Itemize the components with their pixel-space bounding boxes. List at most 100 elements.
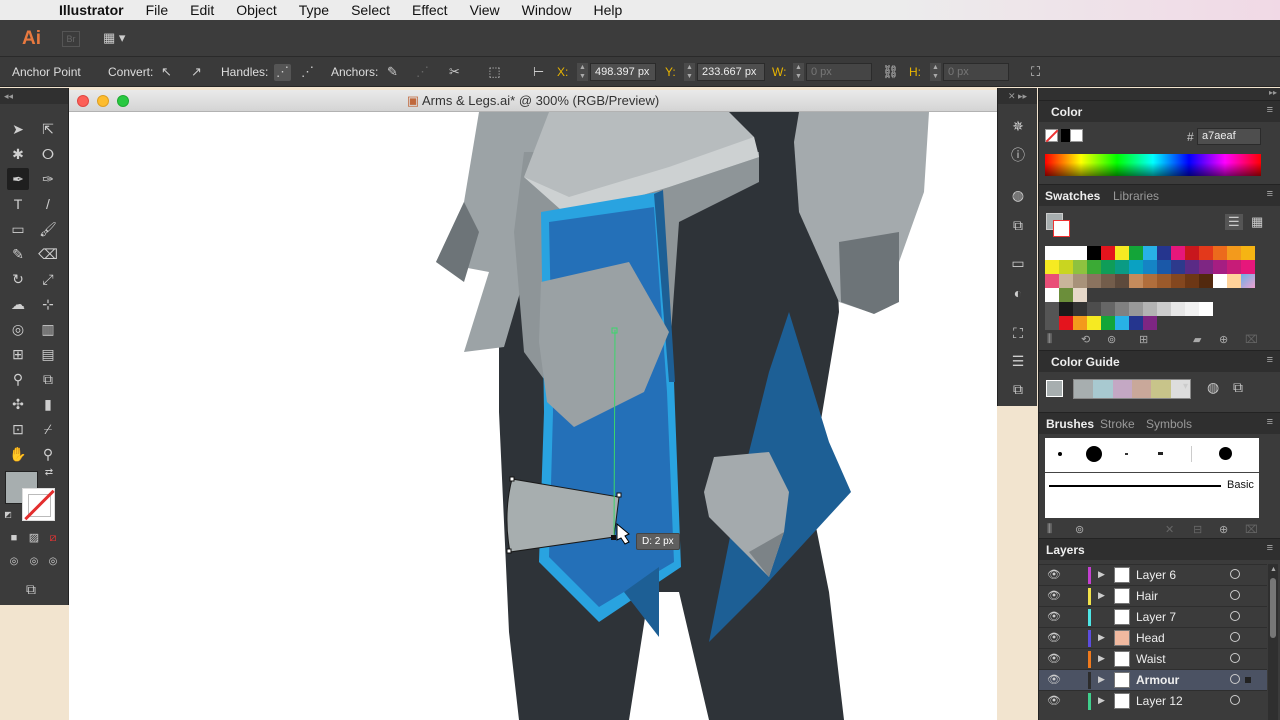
column-graph-tool-icon[interactable]: ▮ — [37, 393, 59, 415]
swatch-r3-11[interactable] — [1185, 274, 1199, 288]
swatch-magenta[interactable] — [1171, 246, 1185, 260]
new-swatch-icon[interactable]: ⊕ — [1219, 333, 1228, 346]
swatch-options-icon[interactable]: ⊞ — [1139, 333, 1148, 346]
transform-panel-icon[interactable]: ⛶ — [1008, 323, 1028, 343]
artboard-canvas[interactable]: D: 2 px — [69, 112, 997, 720]
menu-window[interactable]: Window — [511, 2, 583, 18]
color-spectrum-bar[interactable] — [1045, 154, 1261, 176]
add-to-library-icon[interactable]: ⟲ — [1081, 333, 1090, 346]
draw-behind-icon[interactable]: ◎ — [26, 554, 42, 570]
visibility-eye-icon[interactable]: 👁 — [1047, 631, 1061, 644]
swatch-r4-8[interactable] — [1143, 288, 1157, 302]
swatch-bright-orange[interactable] — [1073, 316, 1087, 330]
zoom-tool-icon[interactable]: ⚲ — [37, 443, 59, 465]
menu-object[interactable]: Object — [225, 2, 287, 18]
isolate-selection-icon[interactable]: ⬚ — [486, 64, 503, 81]
swatch-r4-7[interactable] — [1129, 288, 1143, 302]
harmony-color-5[interactable] — [1151, 380, 1171, 398]
swatch-yellow-orange[interactable] — [1241, 246, 1255, 260]
harmony-rules-strip[interactable] — [1073, 379, 1191, 399]
swatch-folder-bright[interactable] — [1045, 316, 1059, 330]
selection-tool-icon[interactable]: ➤ — [7, 118, 29, 140]
edit-colors-icon[interactable]: ◍ — [1207, 379, 1219, 396]
rotate-tool-icon[interactable]: ↻ — [7, 268, 29, 290]
workspace-switcher-icon[interactable]: ▦ ▾ — [103, 30, 131, 48]
swatch-r2-5[interactable] — [1101, 260, 1115, 274]
remove-brush-stroke-icon[interactable]: ✕ — [1165, 523, 1174, 536]
swatch-folder-gray[interactable] — [1045, 302, 1059, 316]
pathfinder-panel-icon[interactable]: ⧉ — [1008, 379, 1028, 399]
brush-small-dash[interactable] — [1125, 453, 1128, 455]
tab-libraries[interactable]: Libraries — [1113, 189, 1159, 203]
swatch-red-2[interactable] — [1185, 246, 1199, 260]
swatch-r2-8[interactable] — [1143, 260, 1157, 274]
swatch-r2-11[interactable] — [1185, 260, 1199, 274]
expand-triangle-icon[interactable]: ▶ — [1098, 632, 1105, 643]
transparency-panel-icon[interactable]: ◐ — [1008, 283, 1028, 303]
swatch-r3-10[interactable] — [1171, 274, 1185, 288]
layer-row[interactable]: 👁 ▶ Hair — [1039, 585, 1267, 606]
symbols-panel-icon[interactable]: ⧉ — [1008, 215, 1028, 235]
draw-inside-icon[interactable]: ◎ — [45, 554, 61, 570]
swatch-r4-6[interactable] — [1115, 288, 1129, 302]
layer-target-icon[interactable] — [1230, 695, 1240, 705]
brush-libraries-menu-icon[interactable]: ⫼ — [1047, 523, 1052, 536]
swatch-r3-9[interactable] — [1157, 274, 1171, 288]
swatch-r3-8[interactable] — [1143, 274, 1157, 288]
pen-tool-icon[interactable]: ✒ — [7, 168, 29, 190]
layer-target-icon[interactable] — [1230, 632, 1240, 642]
color-panel-title[interactable]: Color — [1051, 105, 1082, 119]
screen-mode-icon[interactable]: ⧉ — [20, 578, 42, 600]
brush-1pt-round[interactable] — [1058, 452, 1062, 456]
visibility-eye-icon[interactable]: 👁 — [1047, 610, 1061, 623]
panels-collapse[interactable]: ▸▸ — [1039, 88, 1280, 100]
mesh-tool-icon[interactable]: ⊞ — [7, 343, 29, 365]
transform-icon[interactable]: ⛶ — [1027, 64, 1044, 81]
eyedropper-tool-icon[interactable]: ⚲ — [7, 368, 29, 390]
anchor-point[interactable] — [616, 492, 622, 498]
swatch-gray-3[interactable] — [1087, 302, 1101, 316]
tab-swatches[interactable]: Swatches — [1045, 189, 1100, 203]
expand-triangle-icon[interactable]: ▶ — [1098, 695, 1105, 706]
swatch-r3-5[interactable] — [1101, 274, 1115, 288]
layer-name[interactable]: Layer 12 — [1136, 694, 1183, 708]
menu-edit[interactable]: Edit — [179, 2, 225, 18]
swatch-r4-9[interactable] — [1157, 288, 1171, 302]
swatch-r3-7[interactable] — [1129, 274, 1143, 288]
delete-brush-icon[interactable]: ⌧ — [1245, 523, 1258, 536]
swatch-green[interactable] — [1129, 246, 1143, 260]
zoom-window-button[interactable] — [117, 95, 129, 107]
swatch-r3-6[interactable] — [1115, 274, 1129, 288]
color-panel-menu-icon[interactable]: ≡ — [1267, 104, 1273, 116]
tab-stroke[interactable]: Stroke — [1100, 417, 1135, 431]
layer-row-selected[interactable]: 👁 ▶ Armour — [1039, 669, 1267, 690]
swatch-r2-6[interactable] — [1115, 260, 1129, 274]
symbol-sprayer-tool-icon[interactable]: ✣ — [7, 393, 29, 415]
pencil-tool-icon[interactable]: ✎ — [7, 243, 29, 265]
swatch-r3-3[interactable] — [1073, 274, 1087, 288]
convert-to-smooth-icon[interactable]: ↗ — [188, 64, 205, 81]
swatch-r4-2[interactable] — [1059, 288, 1073, 302]
dock-collapse[interactable]: ✕ ▸▸ — [998, 88, 1037, 104]
none-color-icon[interactable] — [1045, 129, 1059, 143]
brushes-panel-menu-icon[interactable]: ≡ — [1267, 416, 1273, 428]
gradient-tool-icon[interactable]: ▤ — [37, 343, 59, 365]
swatch-r4-4[interactable] — [1087, 288, 1101, 302]
default-fill-stroke-icon[interactable]: ◩ — [1, 508, 15, 522]
align-icon[interactable]: ⊢ — [530, 64, 547, 81]
basic-brush-stroke[interactable] — [1049, 485, 1221, 487]
swatch-gray-5[interactable] — [1115, 302, 1129, 316]
layer-target-icon[interactable] — [1230, 653, 1240, 663]
layer-target-icon[interactable] — [1230, 590, 1240, 600]
visibility-eye-icon[interactable]: 👁 — [1047, 589, 1061, 602]
scroll-up-icon[interactable]: ▲ — [1270, 566, 1277, 573]
draw-normal-icon[interactable]: ◎ — [6, 554, 22, 570]
convert-to-corner-icon[interactable]: ↖ — [158, 64, 175, 81]
y-stepper[interactable]: ▲ ▼ — [684, 63, 695, 81]
new-color-group-icon[interactable]: ▰ — [1193, 333, 1201, 346]
swatch-gray-10[interactable] — [1185, 302, 1199, 316]
none-mode-icon[interactable]: ⧄ — [45, 530, 61, 546]
direct-selection-tool-icon[interactable]: ⇱ — [37, 118, 59, 140]
thumbnail-view-icon[interactable]: ▦ — [1251, 214, 1263, 230]
menu-type[interactable]: Type — [288, 2, 340, 18]
